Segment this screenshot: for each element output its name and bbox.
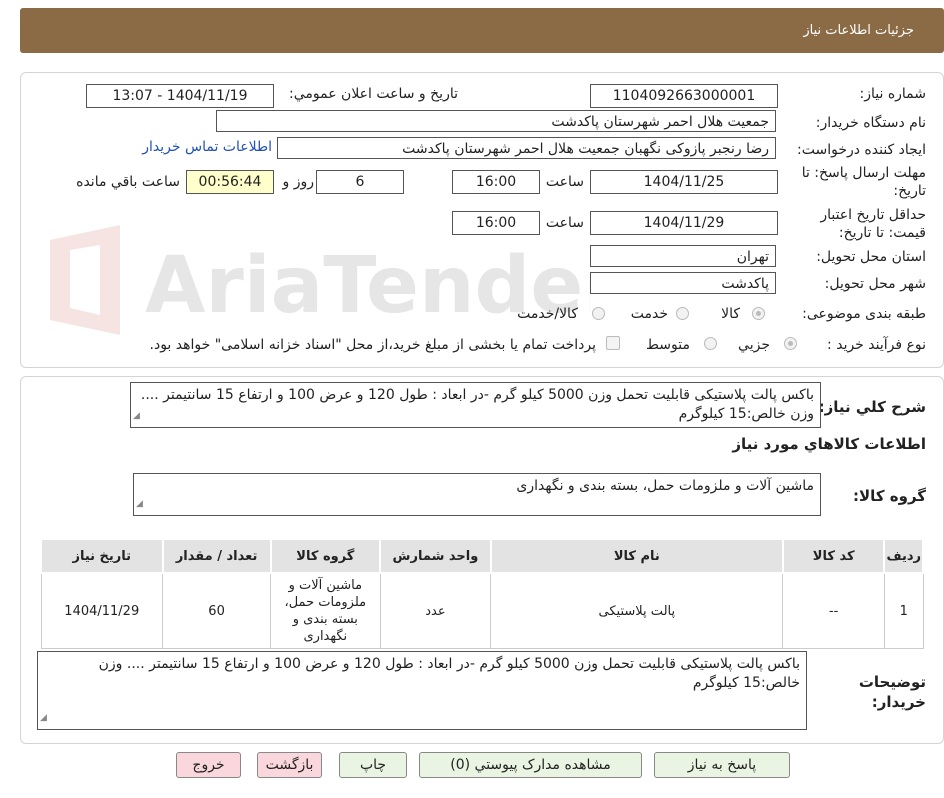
days-field[interactable]: 6 — [316, 170, 404, 194]
cell-group: ماشین آلات و ملزومات حمل، بسته بندی و نگ… — [270, 572, 381, 649]
group-textarea[interactable]: ماشین آلات و ملزومات حمل، بسته بندی و نگ… — [133, 473, 821, 516]
summary-textarea[interactable]: باکس پالت پلاستیکی قابلیت تحمل وزن 5000 … — [130, 382, 821, 428]
table-row: 1 -- پالت پلاستیکی عدد ماشین آلات و ملزو… — [40, 572, 924, 649]
exit-button[interactable]: خروج — [176, 752, 241, 778]
category-option-goods: کالا — [721, 306, 740, 322]
resize-grip-icon[interactable]: ◢ — [136, 495, 143, 514]
category-radio-goods[interactable] — [752, 307, 765, 320]
process-option-minor: جزیي — [738, 337, 770, 353]
group-text: ماشین آلات و ملزومات حمل، بسته بندی و نگ… — [516, 478, 814, 494]
table-header-row: ردیف کد کالا نام کالا واحد شمارش گروه کا… — [40, 538, 924, 574]
remaining-label: ساعت باقي مانده — [76, 174, 180, 190]
process-label: نوع فرآیند خرید : — [827, 337, 926, 353]
announce-field[interactable]: 1404/11/19 - 13:07 — [86, 84, 274, 108]
col-header-quantity: تعداد / مقدار — [161, 538, 272, 574]
summary-label: شرح كلي نياز: — [818, 398, 926, 416]
summary-text: باکس پالت پلاستیکی قابلیت تحمل وزن 5000 … — [140, 387, 814, 422]
cell-row-number: 1 — [883, 572, 924, 649]
resize-grip-icon[interactable]: ◢ — [40, 709, 47, 728]
announce-label: تاریخ و ساعت اعلان عمومي: — [289, 86, 458, 102]
need-number-field[interactable]: 1104092663000001 — [590, 84, 778, 108]
col-header-date: تاریخ نیاز — [40, 538, 164, 574]
attachments-button[interactable]: مشاهده مدارک پیوستي (0) — [419, 752, 642, 778]
page-title: جزئیات اطلاعات نیاز — [803, 23, 914, 38]
validity-date-field[interactable]: 1404/11/29 — [590, 211, 778, 235]
items-section-title: اطلاعات كالاهاي مورد نياز — [732, 435, 926, 453]
col-header-unit: واحد شمارش — [379, 538, 492, 574]
days-label: روز و — [282, 174, 315, 190]
province-label: استان محل تحویل: — [816, 249, 926, 265]
payment-note: پرداخت تمام یا بخشی از مبلغ خرید،از محل … — [149, 337, 596, 353]
cell-name: پالت پلاستیکی — [490, 572, 784, 649]
buyer-notes-label: توضیحات خریدار: — [858, 673, 926, 711]
reply-button[interactable]: پاسخ به نیاز — [654, 752, 790, 778]
contact-info-link[interactable]: اطلاعات تماس خریدار — [142, 139, 272, 155]
watermark-logo: AriaTender.neT — [50, 225, 590, 335]
category-option-both: کالا/خدمت — [517, 306, 578, 322]
remaining-time-field: 00:56:44 — [186, 170, 274, 194]
category-radio-both[interactable] — [592, 307, 605, 320]
buyer-notes-text: باکس پالت پلاستیکی قابلیت تحمل وزن 5000 … — [98, 656, 800, 691]
buyer-org-field[interactable]: جمعیت هلال احمر شهرستان پاکدشت — [216, 110, 776, 132]
category-option-service: خدمت — [630, 306, 668, 322]
col-header-code: کد کالا — [781, 538, 886, 574]
print-button[interactable]: چاپ — [339, 752, 407, 778]
cell-code: -- — [782, 572, 885, 649]
back-button[interactable]: بازگشت — [257, 752, 322, 778]
cell-unit: عدد — [379, 572, 492, 649]
validity-time-label: ساعت — [545, 215, 584, 231]
city-label: شهر محل تحویل: — [824, 276, 926, 292]
validity-label: حداقل تاریخ اعتبار قیمت: تا تاریخ: — [820, 207, 926, 241]
process-option-medium: متوسط — [646, 337, 690, 353]
col-header-group: گروه کالا — [269, 538, 382, 574]
buyer-org-label: نام دستگاه خریدار: — [815, 115, 926, 131]
city-field[interactable]: پاکدشت — [590, 272, 776, 294]
buyer-notes-textarea[interactable]: باکس پالت پلاستیکی قابلیت تحمل وزن 5000 … — [37, 651, 807, 730]
items-table: ردیف کد کالا نام کالا واحد شمارش گروه کا… — [40, 538, 924, 649]
process-radio-minor[interactable] — [784, 337, 797, 350]
need-number-label: شماره نیاز: — [859, 86, 927, 102]
col-header-name: نام کالا — [489, 538, 784, 574]
group-label: گروه کالا: — [853, 487, 926, 505]
creator-field[interactable]: رضا رنجبر پازوکی نگهبان جمعیت هلال احمر … — [277, 137, 776, 159]
process-radio-medium[interactable] — [704, 337, 717, 350]
deadline-date-field[interactable]: 1404/11/25 — [590, 170, 778, 194]
creator-label: ایجاد کننده درخواست: — [797, 142, 926, 158]
category-label: طبقه بندی موضوعی: — [802, 306, 926, 322]
province-field[interactable]: تهران — [590, 245, 776, 267]
deadline-time-label: ساعت — [545, 174, 584, 190]
validity-time-field[interactable]: 16:00 — [452, 211, 540, 235]
resize-grip-icon[interactable]: ◢ — [133, 407, 140, 426]
category-radio-service[interactable] — [676, 307, 689, 320]
col-header-row-number: ردیف — [883, 538, 924, 574]
treasury-checkbox[interactable] — [606, 336, 620, 350]
deadline-time-field[interactable]: 16:00 — [452, 170, 540, 194]
cell-date: 1404/11/29 — [40, 572, 164, 649]
page-header: جزئیات اطلاعات نیاز — [20, 8, 944, 53]
cell-quantity: 60 — [162, 572, 272, 649]
deadline-label: مهلت ارسال پاسخ: تا تاریخ: — [801, 165, 926, 199]
